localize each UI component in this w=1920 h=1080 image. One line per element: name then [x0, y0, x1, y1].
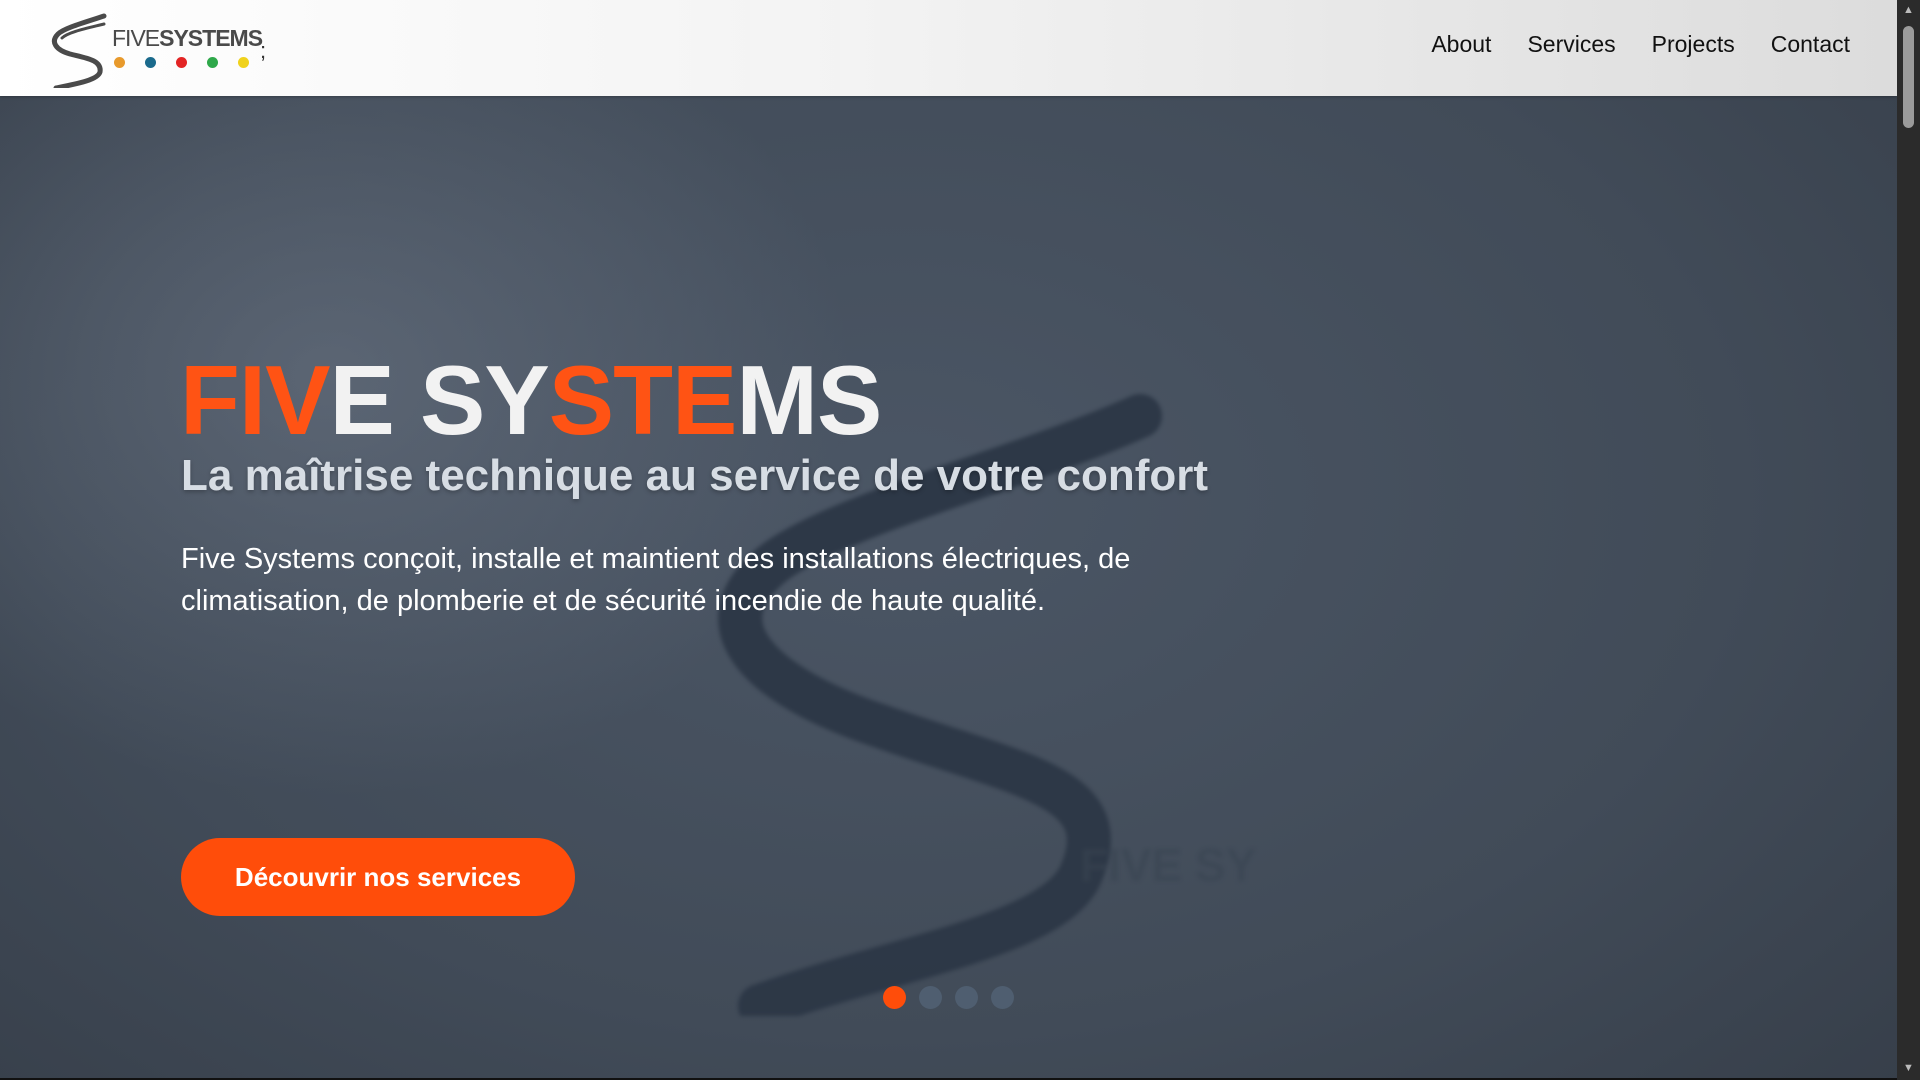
- hero-description: Five Systems conçoit, installe et mainti…: [181, 543, 1131, 617]
- carousel-indicators: [883, 986, 1014, 1009]
- hero-subtitle: La maîtrise technique au service de votr…: [181, 451, 1208, 500]
- vertical-scrollbar[interactable]: ▲ ▼: [1897, 0, 1920, 1080]
- carousel-dot-3[interactable]: [955, 986, 978, 1009]
- nav-projects[interactable]: Projects: [1652, 31, 1735, 58]
- page-viewport: FIVESYSTEMS ; About Services Projects Co…: [0, 0, 1897, 1078]
- hero-section: FIVE SY FIVE SYSTEMS La maîtrise techniq…: [0, 96, 1897, 1078]
- logo-dot-red: [176, 57, 187, 68]
- carousel-dot-2[interactable]: [919, 986, 942, 1009]
- scroll-up-arrow-icon[interactable]: ▲: [1902, 4, 1915, 16]
- stray-text: ;: [260, 38, 267, 63]
- carousel-dot-4[interactable]: [991, 986, 1014, 1009]
- hero-title-part-2: E SY: [329, 345, 549, 455]
- hero-title-part-3: STE: [548, 345, 738, 455]
- logo-dot-blue: [145, 57, 156, 68]
- discover-services-button[interactable]: Découvrir nos services: [181, 838, 575, 916]
- logo-text-light: FIVE: [112, 25, 160, 51]
- main-nav: About Services Projects Contact: [1431, 31, 1850, 58]
- carousel-dot-1[interactable]: [883, 986, 906, 1009]
- logo-dot-orange: [114, 57, 125, 68]
- logo-text-bold: SYSTEMS: [159, 25, 263, 51]
- scroll-down-arrow-icon[interactable]: ▼: [1902, 1062, 1915, 1074]
- logo-dot-green: [207, 57, 218, 68]
- svg-text:FIVE SY: FIVE SY: [1080, 839, 1256, 891]
- scrollbar-thumb[interactable]: [1903, 26, 1914, 128]
- logo-wordmark: FIVESYSTEMS: [112, 25, 263, 52]
- site-header: FIVESYSTEMS ; About Services Projects Co…: [0, 0, 1897, 96]
- logo-dots: [114, 57, 249, 68]
- site-logo[interactable]: FIVESYSTEMS: [46, 8, 286, 88]
- nav-services[interactable]: Services: [1527, 31, 1615, 58]
- logo-s-icon: [52, 13, 107, 88]
- hero-title-part-1: FIV: [180, 345, 330, 455]
- nav-about[interactable]: About: [1431, 31, 1491, 58]
- hero-title-part-4: MS: [736, 345, 882, 455]
- hero-title: FIVE SYSTEMS: [180, 344, 882, 457]
- nav-contact[interactable]: Contact: [1771, 31, 1850, 58]
- logo-dot-yellow: [238, 57, 249, 68]
